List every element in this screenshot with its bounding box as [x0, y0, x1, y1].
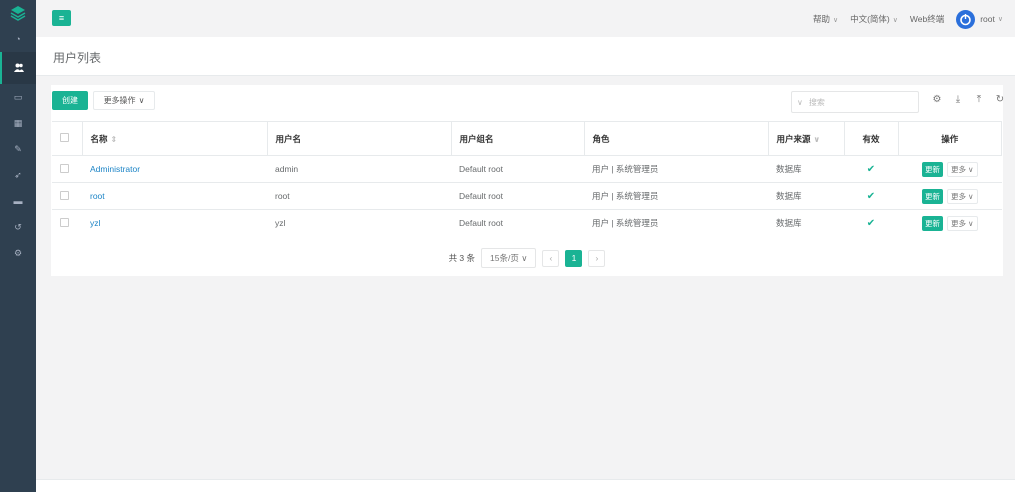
role-cell: 用户 | 系统管理员	[584, 209, 768, 237]
update-button[interactable]: 更新	[921, 215, 943, 231]
chevron-down-icon: ∨	[832, 17, 839, 24]
grid-icon: ▦	[13, 117, 23, 128]
sidebar-item-assets[interactable]: ▭	[0, 84, 36, 110]
user-menu[interactable]: root ∨	[956, 9, 1003, 29]
row-actions: 更新 更多 ∨	[906, 215, 994, 231]
topbar: ≡ 帮助 ∨ 中文(简体) ∨ Web终端 root ∨	[36, 0, 1015, 37]
sidebar-item-perms[interactable]: ✎	[0, 136, 36, 162]
page-title: 用户列表	[53, 51, 102, 65]
help-menu[interactable]: 帮助 ∨	[813, 13, 838, 25]
search-input[interactable]: ∨ 搜索	[791, 91, 919, 113]
sidebar-item-sessions[interactable]: ▬	[0, 188, 36, 214]
user-name-link[interactable]: yzl	[90, 218, 100, 228]
col-source[interactable]: 用户来源 ∨	[768, 121, 845, 156]
more-button[interactable]: 更多 ∨	[946, 161, 978, 177]
more-actions-button[interactable]: 更多操作 ∨	[93, 91, 155, 110]
source-cell: 数据库	[768, 155, 844, 183]
page-button[interactable]: 1	[565, 249, 583, 267]
web-terminal-link[interactable]: Web终端	[910, 13, 944, 25]
col-name[interactable]: 名称 ⇕	[82, 121, 268, 156]
page-header: 用户列表	[36, 37, 1015, 76]
create-button[interactable]: 创建	[52, 91, 88, 110]
settings-icon[interactable]: ⚙	[931, 93, 943, 105]
sidebar-item-logs[interactable]: ↺	[0, 214, 36, 240]
sidebar-item-users[interactable]	[0, 52, 36, 84]
role-cell: 用户 | 系统管理员	[584, 182, 768, 210]
next-page-button[interactable]: ›	[588, 249, 606, 267]
monitor-icon: ▬	[13, 196, 23, 206]
chevron-down-icon: ∨	[892, 17, 898, 24]
table-header-row: 名称 ⇕ 用户名 用户组名 角色 用户来源 ∨ 有效 操作	[52, 121, 1002, 156]
col-group: 用户组名	[451, 121, 585, 156]
history-icon: ↺	[14, 221, 22, 232]
row-checkbox[interactable]	[60, 163, 69, 173]
user-table: 名称 ⇕ 用户名 用户组名 角色 用户来源 ∨ 有效 操作 Administrato…	[52, 121, 1002, 237]
username-cell: admin	[267, 155, 451, 183]
row-actions: 更新 更多 ∨	[906, 161, 994, 177]
table-row: Administrator admin Default root 用户 | 系统…	[52, 155, 1002, 183]
username-cell: yzl	[267, 209, 451, 237]
prev-page-button[interactable]: ‹	[542, 249, 560, 267]
users-icon	[14, 63, 24, 74]
col-role: 角色	[584, 121, 769, 156]
language-menu[interactable]: 中文(简体) ∨	[850, 13, 898, 25]
inbox-icon: ▭	[13, 91, 23, 102]
edit-icon: ✎	[14, 143, 22, 154]
total-count: 共 3 条	[448, 253, 476, 263]
col-username: 用户名	[267, 121, 452, 156]
select-all-checkbox[interactable]	[60, 133, 69, 142]
more-button[interactable]: 更多 ∨	[946, 188, 978, 204]
role-cell: 用户 | 系统管理员	[584, 155, 768, 183]
user-list-panel: 创建 更多操作 ∨ ∨ 搜索 ⚙ ⤓ ⤒ ↻ 名称 ⇕ 用户名 用户组名 角色 用户…	[51, 85, 1006, 276]
rocket-icon: ➶	[14, 169, 22, 180]
row-checkbox[interactable]	[60, 190, 69, 200]
sort-icon: ⇕	[110, 134, 118, 144]
table-row: yzl yzl Default root 用户 | 系统管理员 数据库 ✔ 更新…	[52, 209, 1002, 237]
row-checkbox[interactable]	[60, 217, 69, 227]
top-right-nav: 帮助 ∨ 中文(简体) ∨ Web终端 root ∨	[813, 9, 1003, 29]
avatar	[956, 9, 976, 29]
search-placeholder: 搜索	[808, 97, 825, 107]
page-size-select[interactable]: 15条/页 ∨	[481, 248, 537, 268]
refresh-icon[interactable]: ↻	[994, 93, 1006, 105]
col-actions: 操作	[898, 121, 1002, 156]
update-button[interactable]: 更新	[921, 161, 943, 177]
col-valid: 有效	[844, 121, 899, 156]
user-name-link[interactable]: root	[90, 191, 105, 201]
hamburger-icon: ≡	[58, 12, 65, 23]
check-icon: ✔	[844, 155, 898, 183]
group-cell: Default root	[451, 209, 584, 237]
table-tools: ⚙ ⤓ ⤒ ↻	[931, 93, 1006, 105]
update-button[interactable]: 更新	[921, 188, 943, 204]
upload-icon[interactable]: ⤒	[973, 93, 985, 105]
check-icon: ✔	[844, 182, 898, 210]
source-cell: 数据库	[768, 182, 844, 210]
more-button[interactable]: 更多 ∨	[946, 215, 978, 231]
source-cell: 数据库	[768, 209, 844, 237]
row-actions: 更新 更多 ∨	[906, 188, 994, 204]
group-cell: Default root	[451, 182, 584, 210]
menu-toggle-button[interactable]: ≡	[52, 10, 71, 26]
chevron-down-icon: ∨	[813, 134, 821, 144]
sidebar-item-settings[interactable]: ⚙	[0, 240, 36, 266]
table-row: root root Default root 用户 | 系统管理员 数据库 ✔ …	[52, 182, 1002, 210]
sidebar-item-apps[interactable]: ▦	[0, 110, 36, 136]
dashboard-icon: ◔	[15, 34, 21, 44]
settings-icon: ⚙	[13, 247, 23, 258]
sidebar-item-dashboard[interactable]: ◔	[0, 26, 36, 52]
group-cell: Default root	[451, 155, 584, 183]
footer	[36, 479, 1015, 492]
chevron-down-icon: ∨	[138, 96, 145, 105]
download-icon[interactable]: ⤓	[952, 93, 964, 105]
sidebar-item-ops[interactable]: ➶	[0, 162, 36, 188]
chevron-down-icon: ∨	[797, 97, 803, 107]
user-name-link[interactable]: Administrator	[90, 164, 140, 174]
sidebar: ◔ ▭ ▦ ✎ ➶ ▬ ↺ ⚙	[0, 0, 36, 492]
pagination: 共 3 条 15条/页 ∨ ‹ 1 ›	[51, 248, 1003, 268]
check-icon: ✔	[844, 209, 898, 237]
logo-icon[interactable]	[0, 0, 36, 26]
chevron-down-icon: ∨	[997, 16, 1003, 23]
username-cell: root	[267, 182, 451, 210]
